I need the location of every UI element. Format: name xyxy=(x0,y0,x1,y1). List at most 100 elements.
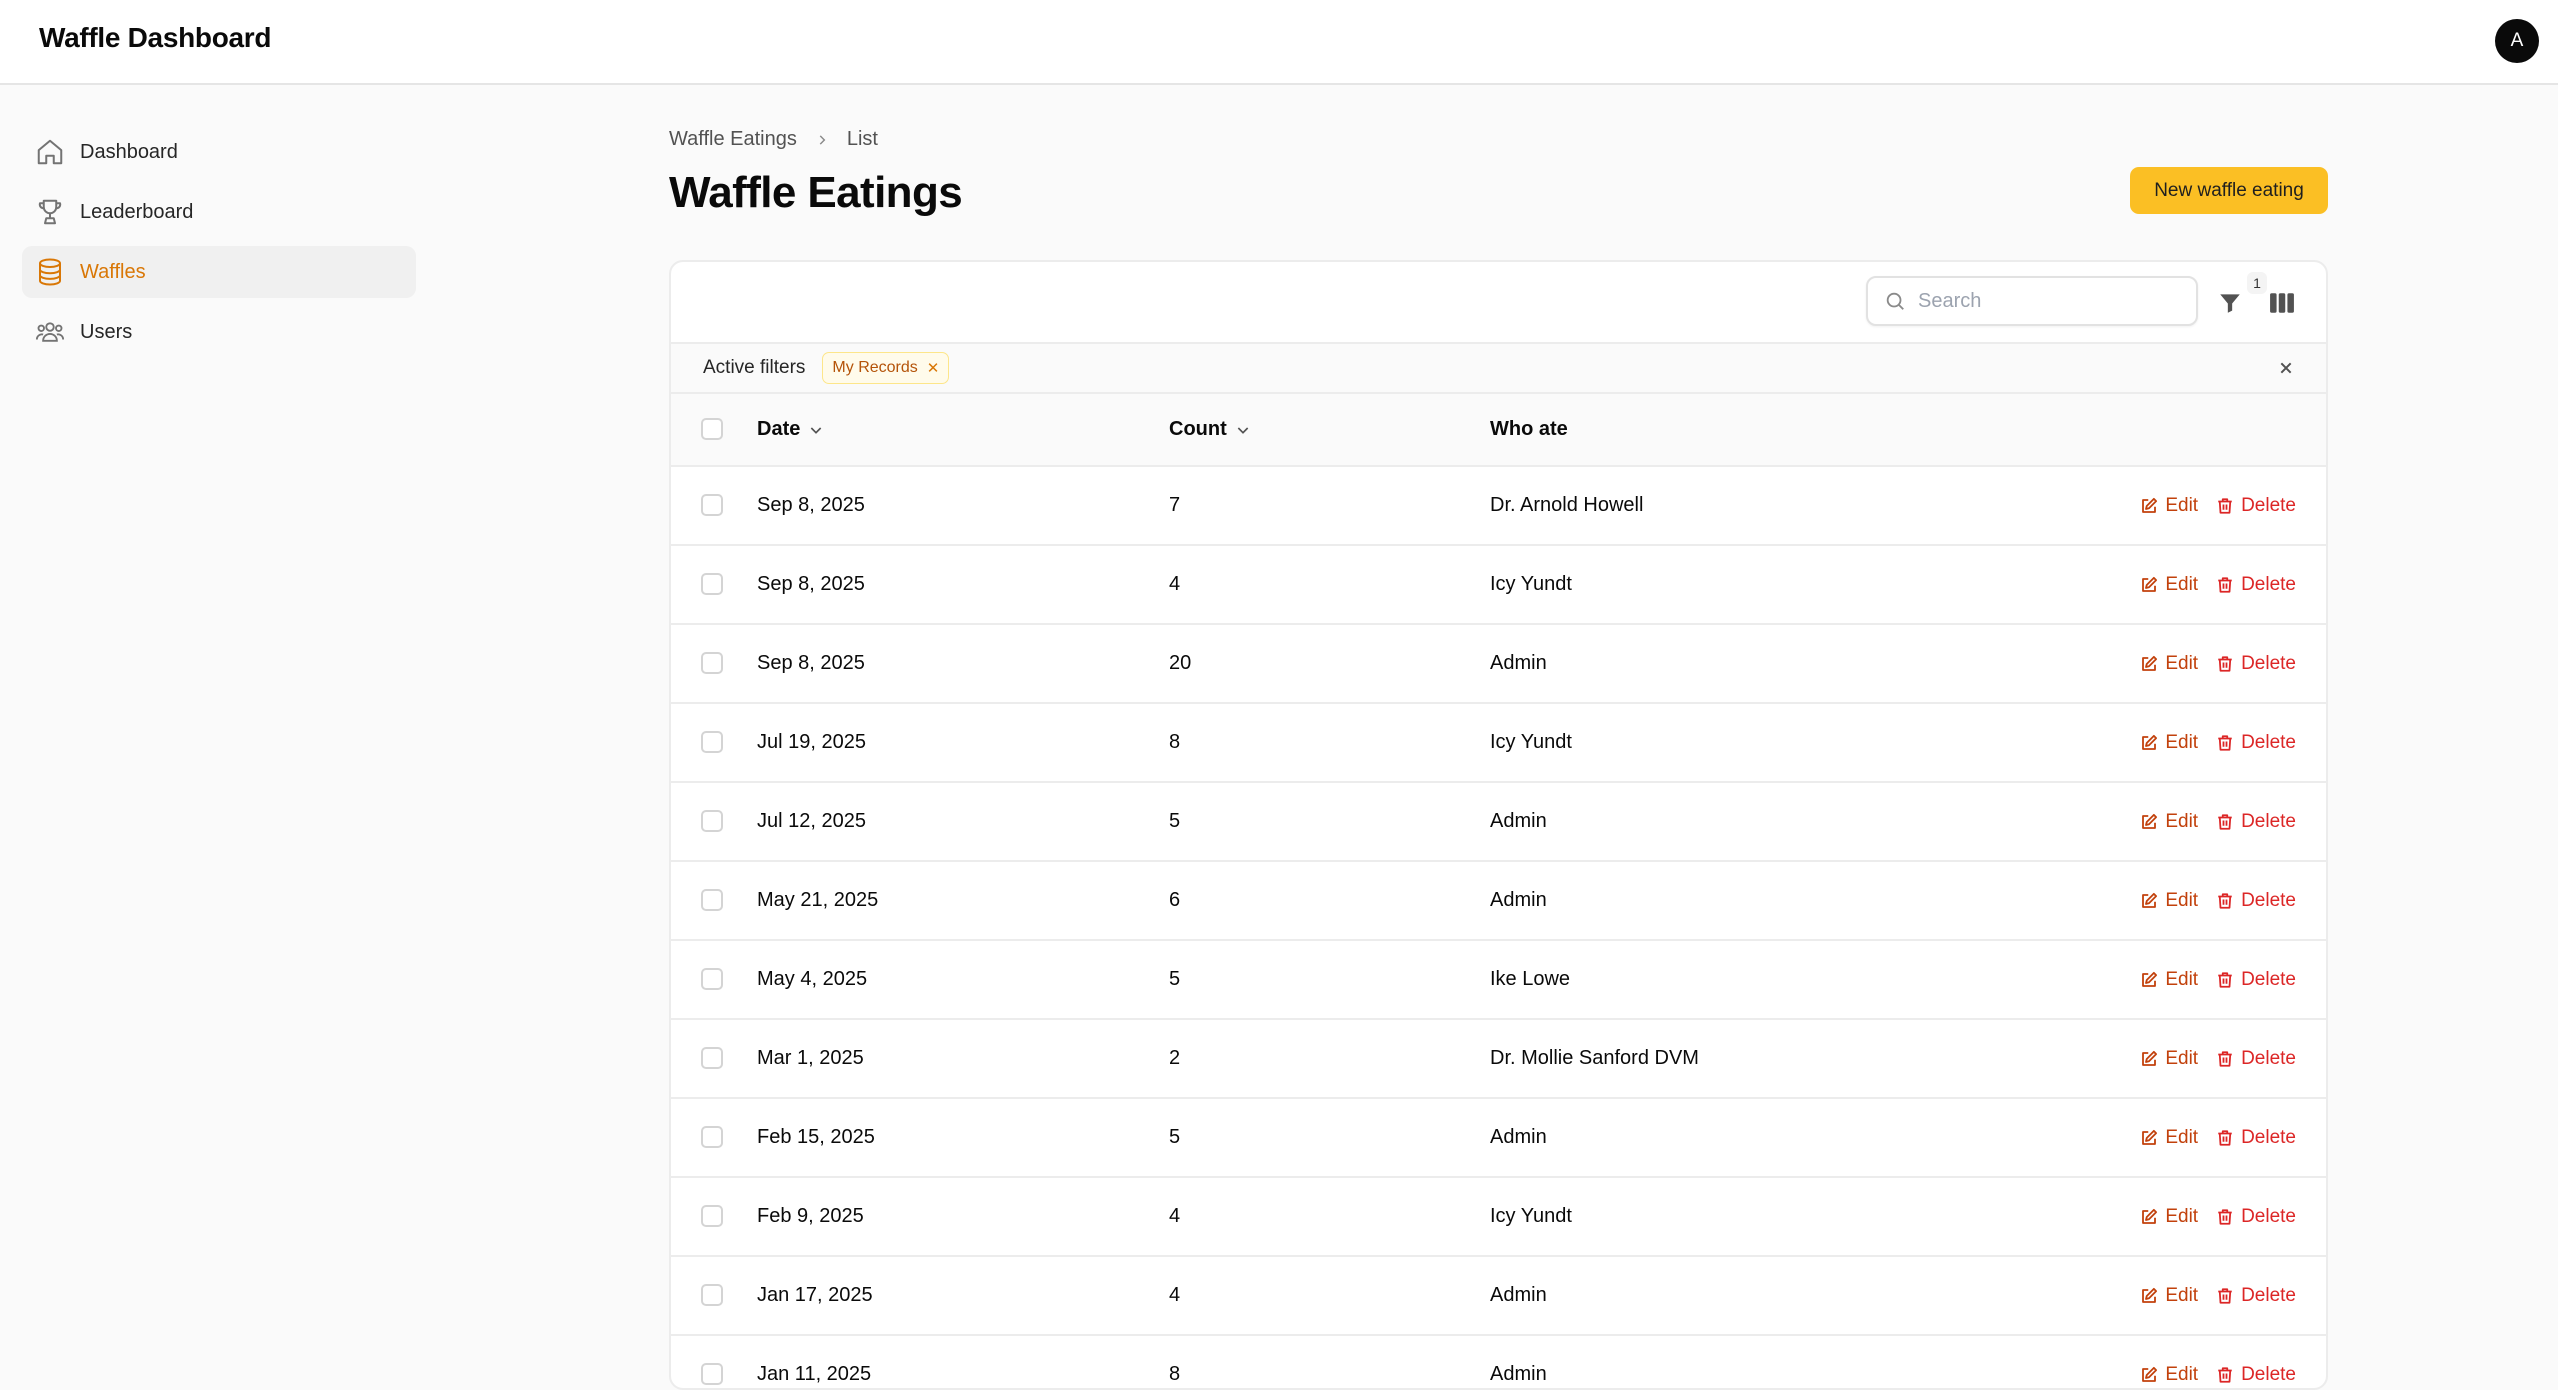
delete-button[interactable]: Delete xyxy=(2216,1364,2296,1386)
remove-filter-icon[interactable]: ✕ xyxy=(927,359,940,377)
select-all-checkbox[interactable] xyxy=(701,418,723,440)
column-header-who-ate: Who ate xyxy=(1490,394,1568,465)
edit-icon xyxy=(2142,497,2158,513)
search-box xyxy=(1866,276,2198,326)
edit-label: Edit xyxy=(2165,1126,2199,1148)
delete-button[interactable]: Delete xyxy=(2216,1048,2296,1070)
edit-icon xyxy=(2142,1366,2158,1382)
cell-date: Feb 15, 2025 xyxy=(757,1126,875,1148)
delete-label: Delete xyxy=(2241,652,2296,674)
delete-button[interactable]: Delete xyxy=(2216,1127,2296,1149)
row-checkbox[interactable] xyxy=(701,968,723,990)
sidebar-item-dashboard[interactable]: Dashboard xyxy=(22,126,416,178)
row-checkbox[interactable] xyxy=(701,731,723,753)
cell-date: Feb 9, 2025 xyxy=(757,1205,864,1227)
table-row: Feb 15, 2025 5 Admin Edit Delete xyxy=(671,1099,2326,1178)
breadcrumb: Waffle Eatings List xyxy=(669,128,878,151)
user-avatar[interactable]: A xyxy=(2495,19,2539,63)
edit-button[interactable]: Edit xyxy=(2140,890,2198,912)
cell-count: 4 xyxy=(1169,573,1181,595)
edit-button[interactable]: Edit xyxy=(2140,1364,2198,1386)
row-checkbox[interactable] xyxy=(701,1047,723,1069)
cell-date: Jan 17, 2025 xyxy=(757,1284,873,1306)
edit-button[interactable]: Edit xyxy=(2140,653,2198,675)
database-icon xyxy=(35,257,65,287)
row-actions: Edit Delete xyxy=(2140,1257,2296,1334)
delete-label: Delete xyxy=(2241,731,2296,753)
edit-button[interactable]: Edit xyxy=(2140,732,2198,754)
row-checkbox[interactable] xyxy=(701,652,723,674)
delete-button[interactable]: Delete xyxy=(2216,969,2296,991)
row-checkbox[interactable] xyxy=(701,1126,723,1148)
edit-label: Edit xyxy=(2165,889,2199,911)
filter-icon[interactable] xyxy=(2215,288,2245,318)
search-input[interactable] xyxy=(1916,288,2170,314)
trash-icon xyxy=(2218,1208,2232,1225)
delete-label: Delete xyxy=(2241,1205,2296,1227)
column-header-count[interactable]: Count xyxy=(1169,394,1251,465)
table-header: Date Count Who ate xyxy=(671,394,2326,467)
edit-icon xyxy=(2142,971,2158,987)
delete-label: Delete xyxy=(2241,494,2296,516)
table-row: Sep 8, 2025 4 Icy Yundt Edit Delete xyxy=(671,546,2326,625)
cell-count: 20 xyxy=(1169,652,1192,674)
breadcrumb-parent-link[interactable]: Waffle Eatings xyxy=(669,128,797,151)
edit-icon xyxy=(2142,1129,2158,1145)
delete-button[interactable]: Delete xyxy=(2216,653,2296,675)
edit-button[interactable]: Edit xyxy=(2140,1127,2198,1149)
column-header-label: Count xyxy=(1169,418,1227,440)
trash-icon xyxy=(2218,892,2232,909)
cell-count: 5 xyxy=(1169,1126,1181,1148)
delete-button[interactable]: Delete xyxy=(2216,1285,2296,1307)
row-checkbox[interactable] xyxy=(701,1284,723,1306)
trash-icon xyxy=(2218,655,2232,672)
table-toolbar: 1 xyxy=(671,262,2326,344)
sidebar-item-waffles[interactable]: Waffles xyxy=(22,246,416,298)
columns-icon[interactable] xyxy=(2267,288,2297,318)
row-checkbox[interactable] xyxy=(701,494,723,516)
edit-icon xyxy=(2142,734,2158,750)
sidebar-item-leaderboard[interactable]: Leaderboard xyxy=(22,186,416,238)
edit-label: Edit xyxy=(2165,968,2199,990)
cell-who-ate: Ike Lowe xyxy=(1490,968,1571,990)
edit-icon xyxy=(2142,892,2158,908)
delete-button[interactable]: Delete xyxy=(2216,495,2296,517)
clear-filters-icon[interactable] xyxy=(2274,356,2298,380)
edit-button[interactable]: Edit xyxy=(2140,969,2198,991)
delete-button[interactable]: Delete xyxy=(2216,890,2296,912)
trash-icon xyxy=(2218,1287,2232,1304)
cell-count: 4 xyxy=(1169,1205,1181,1227)
sidebar-item-users[interactable]: Users xyxy=(22,306,416,358)
trash-icon xyxy=(2218,734,2232,751)
row-checkbox[interactable] xyxy=(701,573,723,595)
row-actions: Edit Delete xyxy=(2140,1099,2296,1176)
chevron-down-icon xyxy=(1235,422,1251,438)
home-icon xyxy=(35,137,65,167)
trash-icon xyxy=(2218,971,2232,988)
sidebar-item-label: Dashboard xyxy=(80,140,178,163)
delete-button[interactable]: Delete xyxy=(2216,811,2296,833)
delete-button[interactable]: Delete xyxy=(2216,574,2296,596)
trash-icon xyxy=(2218,1050,2232,1067)
row-checkbox[interactable] xyxy=(701,1205,723,1227)
new-waffle-eating-button[interactable]: New waffle eating xyxy=(2130,167,2328,214)
cell-who-ate: Dr. Arnold Howell xyxy=(1490,494,1644,516)
edit-button[interactable]: Edit xyxy=(2140,1048,2198,1070)
column-header-date[interactable]: Date xyxy=(757,394,824,465)
row-checkbox[interactable] xyxy=(701,810,723,832)
edit-button[interactable]: Edit xyxy=(2140,1206,2198,1228)
chevron-right-icon xyxy=(815,133,829,147)
delete-label: Delete xyxy=(2241,1363,2296,1385)
edit-button[interactable]: Edit xyxy=(2140,495,2198,517)
row-checkbox[interactable] xyxy=(701,889,723,911)
edit-button[interactable]: Edit xyxy=(2140,1285,2198,1307)
row-actions: Edit Delete xyxy=(2140,1178,2296,1255)
row-actions: Edit Delete xyxy=(2140,625,2296,702)
filter-chip-label: My Records xyxy=(832,359,918,376)
trash-icon xyxy=(2218,497,2232,514)
edit-button[interactable]: Edit xyxy=(2140,811,2198,833)
row-checkbox[interactable] xyxy=(701,1363,723,1385)
delete-button[interactable]: Delete xyxy=(2216,1206,2296,1228)
edit-button[interactable]: Edit xyxy=(2140,574,2198,596)
delete-button[interactable]: Delete xyxy=(2216,732,2296,754)
